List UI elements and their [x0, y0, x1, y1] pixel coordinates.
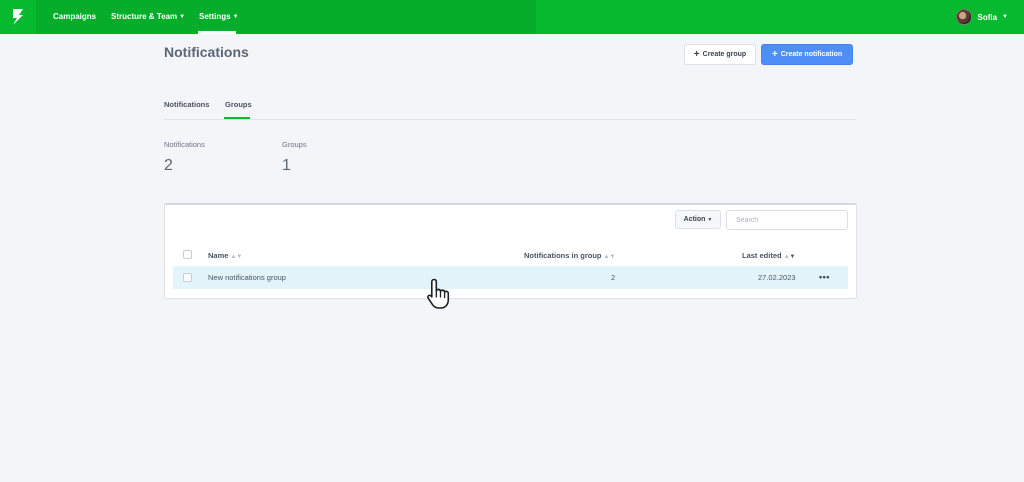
brand-logo-icon[interactable] [0, 0, 36, 34]
row-notification-count: 2 [611, 273, 616, 282]
stat-notifications-label: Notifications [164, 140, 205, 149]
select-all-checkbox[interactable] [183, 250, 192, 259]
column-header-last-edited[interactable]: Last edited ▲▼ [742, 251, 796, 260]
page-title: Notifications [164, 44, 249, 60]
chevron-down-icon: ▼ [707, 216, 713, 223]
user-menu[interactable]: Sofia ▼ [956, 0, 1008, 34]
nav-active-indicator [198, 31, 236, 34]
create-group-button[interactable]: + Create group [684, 44, 756, 65]
avatar [956, 9, 973, 25]
row-last-edited: 27.02.2023 [758, 273, 796, 282]
action-dropdown-button[interactable]: Action ▼ [675, 210, 721, 229]
plus-icon: + [693, 48, 700, 60]
stat-notifications-value: 2 [164, 157, 173, 174]
nav-item-campaigns[interactable]: Campaigns [53, 0, 96, 34]
hand-pointer-cursor-icon [427, 278, 450, 309]
plus-icon: + [771, 48, 778, 60]
column-header-notifications-in-group[interactable]: Notifications in group ▲▼ [524, 251, 615, 260]
user-name: Sofia [977, 12, 998, 22]
row-name[interactable]: New notifications group [208, 273, 286, 282]
nav-item-structure-team[interactable]: Structure & Team ▼ [111, 0, 185, 34]
chevron-down-icon: ▼ [232, 14, 239, 20]
chevron-down-icon: ▼ [179, 14, 186, 20]
search-input[interactable] [726, 210, 848, 230]
row-checkbox[interactable] [183, 273, 192, 282]
sort-icon: ▲▼ [603, 254, 616, 260]
tab-notifications[interactable]: Notifications [164, 100, 209, 109]
stat-groups-label: Groups [282, 140, 307, 149]
sort-desc-icon: ▲▼ [783, 254, 796, 260]
tab-groups[interactable]: Groups [225, 100, 252, 109]
column-header-name[interactable]: Name ▲▼ [208, 251, 242, 260]
chevron-down-icon: ▼ [1002, 14, 1008, 20]
tabs-divider [164, 119, 856, 120]
top-navbar: Campaigns Structure & Team ▼ Settings ▼ So… [0, 0, 1024, 34]
create-notification-button[interactable]: + Create notification [761, 44, 853, 65]
more-horizontal-icon[interactable]: ••• [819, 272, 830, 282]
nav-item-settings[interactable]: Settings ▼ [199, 0, 239, 34]
stat-groups-value: 1 [282, 157, 291, 174]
sort-icon: ▲▼ [230, 254, 243, 260]
